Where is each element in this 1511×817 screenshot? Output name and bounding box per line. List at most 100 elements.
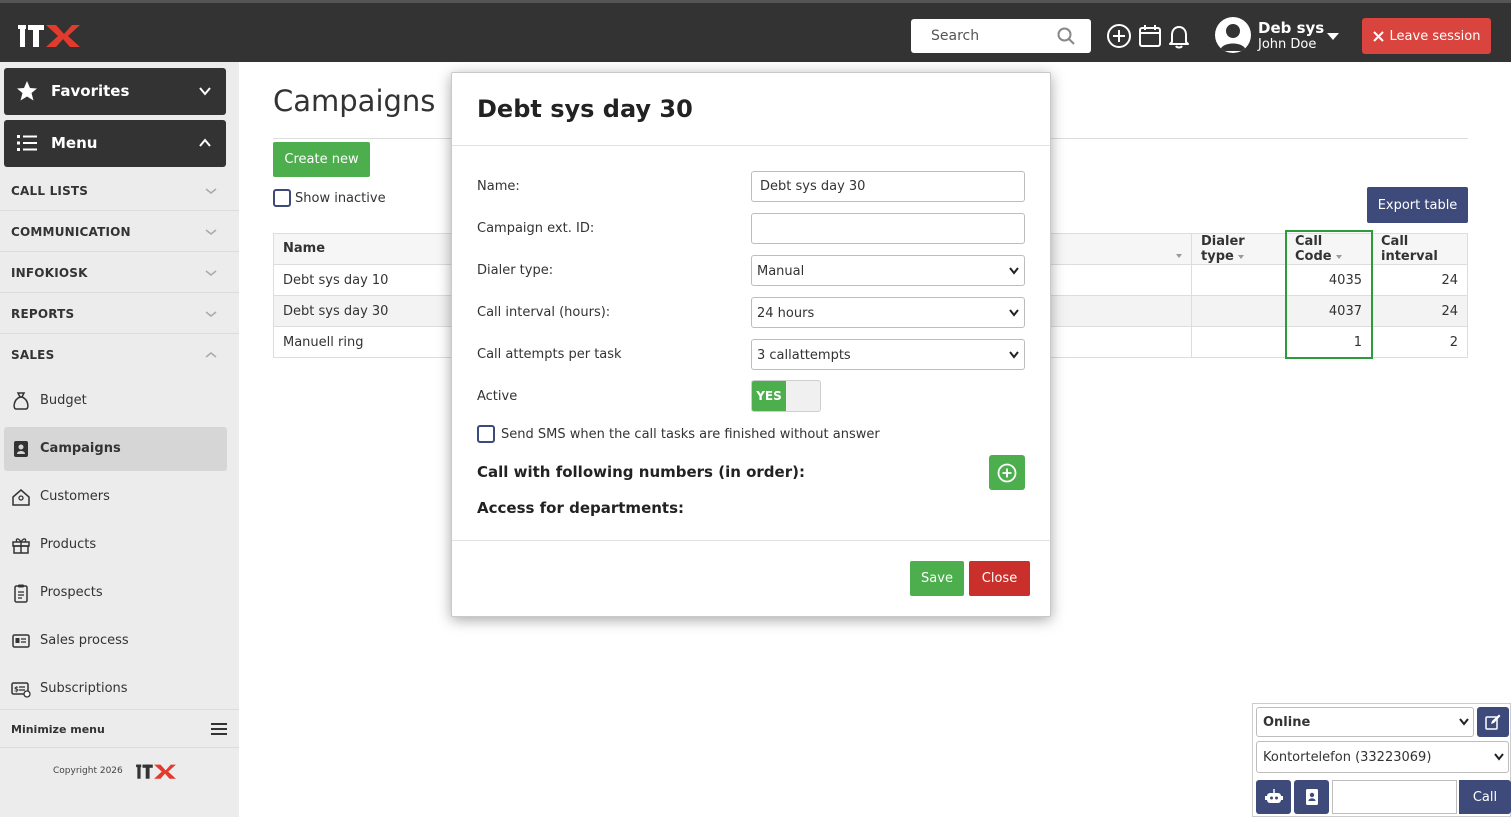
call-button[interactable]: Call — [1459, 780, 1511, 814]
send-sms-checkbox[interactable] — [477, 425, 495, 443]
column-header-call-code[interactable]: Call Code — [1285, 233, 1372, 265]
itx-logo-icon — [136, 764, 176, 779]
favorites-header[interactable]: Favorites — [4, 68, 226, 115]
chevron-down-icon — [1494, 753, 1504, 761]
phone-status-select[interactable]: Online — [1256, 707, 1474, 737]
sidebar-item-label: Budget — [40, 393, 87, 408]
call-numbers-heading: Call with following numbers (in order): — [477, 463, 805, 481]
chevron-down-icon — [205, 188, 217, 194]
search-box[interactable] — [911, 19, 1091, 53]
sidebar-section-reports[interactable]: REPORTS — [0, 293, 239, 334]
softphone-widget: Online Kontortelefon (33223069) Call — [1252, 703, 1511, 817]
sidebar-item-budget[interactable]: Budget — [4, 379, 227, 423]
sidebar-item-products[interactable]: Products — [4, 523, 227, 567]
name-label: Name: — [477, 179, 520, 194]
column-header-dialer-type[interactable]: Dialer type — [1191, 233, 1286, 265]
star-icon — [17, 81, 37, 101]
sidebar-item-campaigns[interactable]: Campaigns — [4, 427, 227, 471]
save-button[interactable]: Save — [910, 561, 964, 596]
column-label: Call interval — [1381, 234, 1438, 264]
bell-icon[interactable] — [1166, 23, 1192, 49]
column-label: Call Code — [1295, 234, 1332, 264]
active-toggle[interactable]: YES — [751, 380, 821, 412]
column-header-call-interval[interactable]: Call interval — [1371, 233, 1468, 265]
sidebar-section-communication[interactable]: COMMUNICATION — [0, 211, 239, 252]
dialer-type-value: Manual — [757, 264, 805, 279]
show-inactive-checkbox[interactable] — [273, 189, 291, 207]
name-field[interactable] — [751, 171, 1025, 202]
close-button[interactable]: Close — [969, 561, 1030, 596]
itx-logo-icon[interactable] — [18, 21, 80, 49]
campaign-ext-id-field[interactable] — [751, 213, 1025, 244]
sidebar-item-subscriptions[interactable]: $ Subscriptions — [4, 667, 227, 711]
cell-call-interval: 24 — [1371, 295, 1468, 327]
calendar-icon[interactable] — [1137, 23, 1163, 49]
menu-header[interactable]: Menu — [4, 120, 226, 167]
sidebar-item-sales-process[interactable]: Sales process — [4, 619, 227, 663]
dialer-type-select[interactable]: Manual — [751, 255, 1025, 286]
show-inactive-toggle[interactable]: Show inactive — [273, 189, 386, 207]
robot-button[interactable] — [1256, 780, 1291, 814]
phone-number-input[interactable] — [1332, 780, 1457, 814]
active-label: Active — [477, 389, 518, 404]
leave-session-button[interactable]: Leave session — [1362, 18, 1491, 54]
column-label: Name — [283, 240, 326, 256]
section-label: CALL LISTS — [11, 184, 89, 198]
dialer-type-label: Dialer type: — [477, 263, 554, 278]
search-input[interactable] — [911, 19, 1051, 53]
edit-status-button[interactable] — [1477, 707, 1509, 737]
chevron-down-icon — [1459, 718, 1469, 726]
phone-line-select[interactable]: Kontortelefon (33223069) — [1256, 741, 1509, 773]
contacts-button[interactable] — [1294, 780, 1329, 814]
add-circle-icon — [997, 463, 1017, 483]
chevron-down-icon — [1009, 309, 1019, 317]
sort-caret-icon[interactable] — [1335, 254, 1342, 259]
section-label: SALES — [11, 348, 55, 362]
sort-caret-icon[interactable] — [1237, 254, 1244, 259]
sidebar-section-call-lists[interactable]: CALL LISTS — [0, 170, 239, 211]
sidebar-section-sales[interactable]: SALES — [0, 334, 239, 375]
phone-status-value: Online — [1263, 715, 1311, 730]
export-table-button[interactable]: Export table — [1367, 187, 1468, 223]
close-icon — [1372, 30, 1384, 42]
cell-dialer-type — [1191, 264, 1286, 296]
sidebar-item-prospects[interactable]: Prospects — [4, 571, 227, 615]
menu-label: Menu — [51, 134, 98, 152]
sidebar-section-infokiosk[interactable]: INFOKIOSK — [0, 252, 239, 293]
campaign-ext-id-label: Campaign ext. ID: — [477, 221, 595, 236]
user-name: Deb sys — [1258, 19, 1325, 37]
call-attempts-select[interactable]: 3 callattempts — [751, 339, 1025, 370]
sidebar-item-customers[interactable]: Customers — [4, 475, 227, 519]
create-new-button[interactable]: Create new — [273, 142, 370, 177]
money-check-icon: $ — [11, 682, 31, 698]
add-number-button[interactable] — [989, 455, 1025, 490]
hamburger-icon — [211, 723, 227, 735]
sort-caret-icon[interactable] — [1176, 253, 1182, 258]
dialog-header-divider — [452, 145, 1050, 146]
sidebar-item-label: Campaigns — [40, 441, 121, 456]
show-inactive-label: Show inactive — [295, 190, 386, 206]
cell-call-interval: 2 — [1371, 326, 1468, 358]
edit-icon — [1485, 714, 1501, 730]
id-card-icon — [12, 634, 30, 648]
section-label: COMMUNICATION — [11, 225, 131, 239]
chevron-down-icon — [1009, 351, 1019, 359]
chevron-down-icon — [205, 270, 217, 276]
call-interval-select[interactable]: 24 hours — [751, 297, 1025, 328]
minimize-menu[interactable]: Minimize menu — [0, 709, 239, 748]
avatar — [1215, 17, 1251, 53]
add-circle-icon[interactable] — [1106, 23, 1132, 49]
call-interval-value: 24 hours — [757, 306, 815, 321]
cell-dialer-type — [1191, 326, 1286, 358]
send-sms-option[interactable]: Send SMS when the call tasks are finishe… — [477, 425, 880, 443]
address-book-icon — [1306, 789, 1318, 805]
phone-line-value: Kontortelefon (33223069) — [1263, 750, 1432, 765]
list-icon — [17, 135, 37, 151]
search-icon[interactable] — [1057, 27, 1075, 45]
call-attempts-label: Call attempts per task — [477, 347, 622, 362]
user-menu[interactable]: Deb sys John Doe — [1215, 17, 1345, 55]
gift-icon — [12, 538, 30, 554]
caret-down-icon[interactable] — [1326, 29, 1340, 43]
leave-session-label: Leave session — [1389, 28, 1481, 44]
cell-call-interval: 24 — [1371, 264, 1468, 296]
